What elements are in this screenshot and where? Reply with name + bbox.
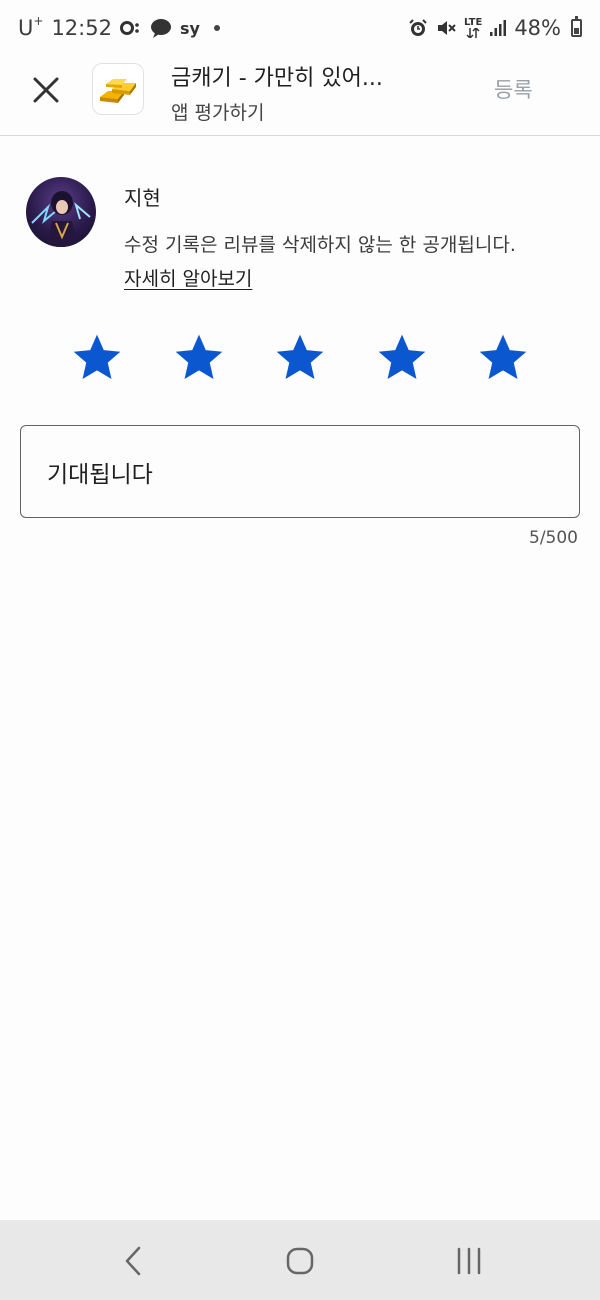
recents-button[interactable] (444, 1238, 494, 1284)
back-button[interactable] (108, 1238, 158, 1284)
star-2-icon[interactable] (171, 330, 227, 386)
learn-more-link[interactable]: 자세히 알아보기 (124, 268, 252, 290)
status-bar: U+ 12:52 sy LTE 48% (0, 0, 600, 56)
star-4-icon[interactable] (374, 330, 430, 386)
alarm-icon (408, 18, 428, 38)
home-button[interactable] (275, 1238, 325, 1284)
more-notifications-dot (213, 25, 220, 31)
status-time: 12:52 (51, 16, 112, 40)
chat-icon (150, 18, 172, 38)
notice-text: 수정 기록은 리뷰를 삭제하지 않는 한 공개됩니다. (124, 234, 516, 256)
gold-bars-icon (100, 79, 136, 103)
sy-notification: sy (179, 18, 200, 38)
o-notification-icon (119, 20, 142, 36)
status-left: U+ 12:52 sy (18, 14, 220, 40)
star-rating (0, 330, 600, 390)
visibility-notice: 수정 기록은 리뷰를 삭제하지 않는 한 공개됩니다. 자세히 알아보기 (124, 228, 524, 296)
app-bar: 금캐기 - 가만히 있어... 앱 평가하기 등록 (0, 56, 600, 136)
nav-bar (0, 1220, 600, 1300)
lte-icon: LTE (464, 18, 482, 38)
star-3-icon[interactable] (272, 330, 328, 386)
char-counter: 5/500 (529, 528, 578, 548)
user-block: 지현 수정 기록은 리뷰를 삭제하지 않는 한 공개됩니다. 자세히 알아보기 (0, 160, 600, 310)
star-1-icon[interactable] (69, 330, 125, 386)
app-subtitle: 앱 평가하기 (171, 102, 265, 124)
review-input[interactable] (47, 458, 553, 485)
avatar (26, 177, 96, 247)
home-icon (286, 1247, 314, 1275)
app-title: 금캐기 - 가만히 있어... (171, 66, 383, 91)
close-button[interactable] (26, 70, 66, 110)
review-field[interactable] (20, 425, 580, 518)
status-right: LTE 48% (408, 16, 582, 40)
signal-icon (490, 20, 507, 36)
recents-icon (457, 1247, 481, 1275)
submit-button[interactable]: 등록 (494, 74, 533, 104)
user-name: 지현 (124, 186, 161, 210)
carrier-label: U+ (18, 14, 44, 40)
mute-icon (436, 19, 456, 37)
back-icon (125, 1246, 141, 1276)
battery-icon (571, 16, 582, 37)
star-5-icon[interactable] (475, 330, 531, 386)
app-icon (92, 63, 144, 115)
close-icon (33, 77, 59, 103)
battery-percent: 48% (514, 16, 561, 40)
